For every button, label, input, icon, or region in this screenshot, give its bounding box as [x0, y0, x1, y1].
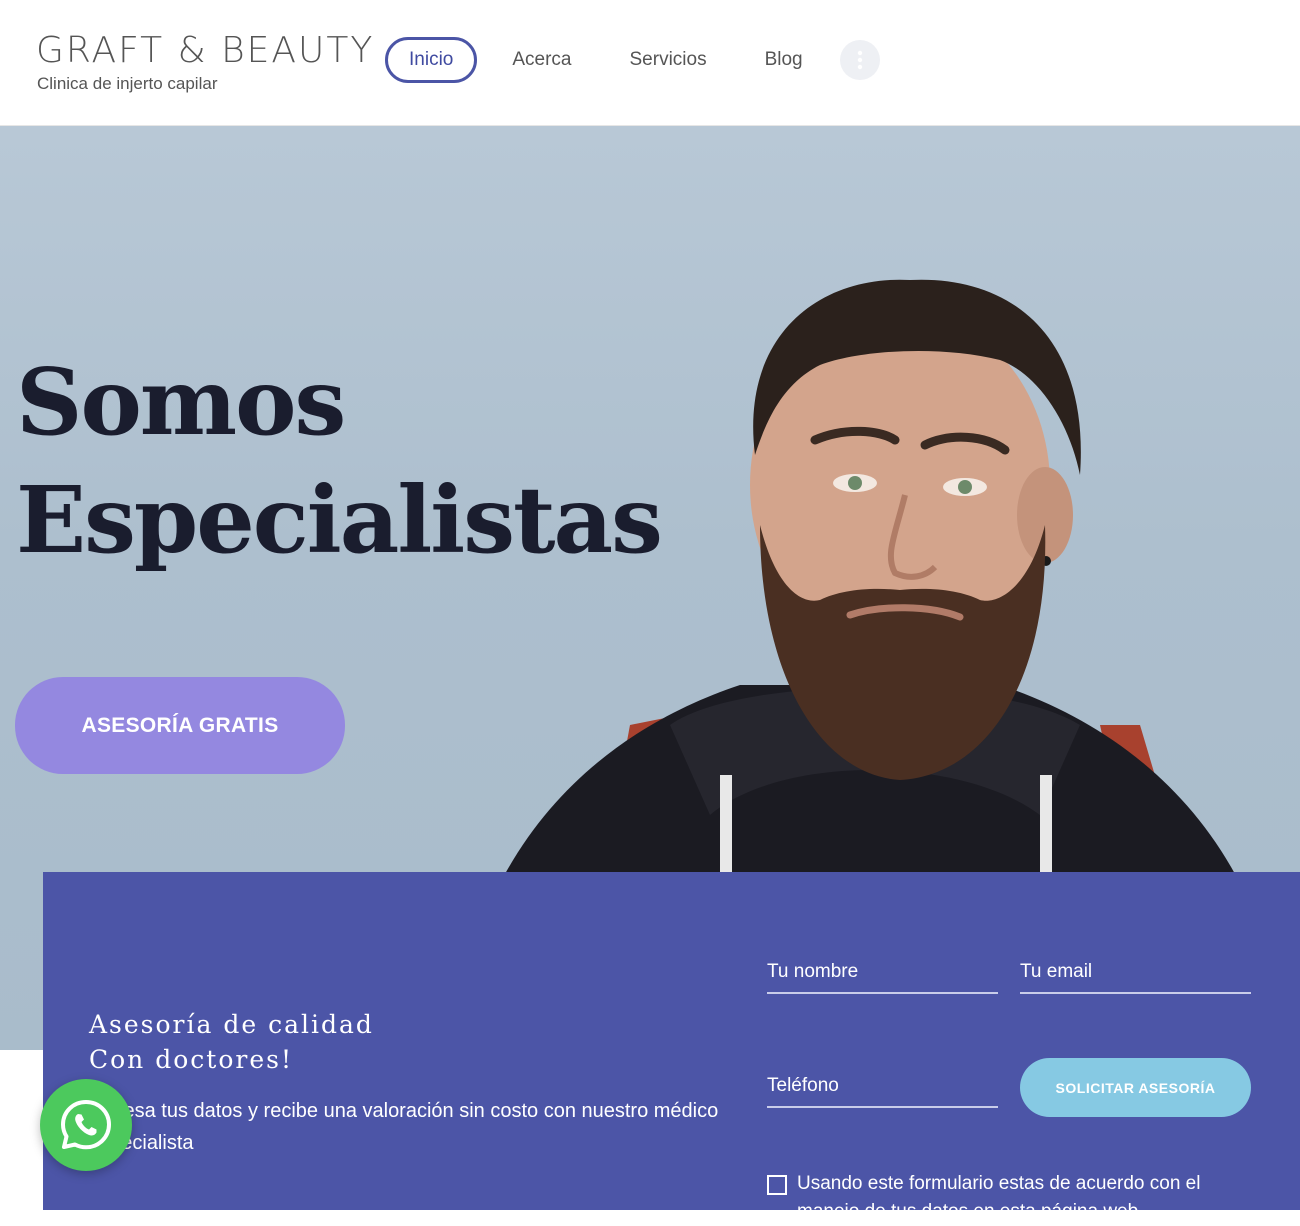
- panel-heading: Asesoría de calidad Con doctores!: [89, 1007, 374, 1077]
- brand-logo-title[interactable]: GRAFT & BEAUTY: [36, 30, 374, 71]
- whatsapp-button[interactable]: [40, 1079, 132, 1171]
- main-nav: Inicio Acerca Servicios Blog: [385, 37, 880, 83]
- consent-checkbox[interactable]: [767, 1175, 787, 1195]
- site-header: GRAFT & BEAUTY Clinica de injerto capila…: [0, 0, 1300, 126]
- panel-description: Ingresa tus datos y recibe una valoració…: [89, 1100, 719, 1154]
- more-vertical-icon[interactable]: [839, 40, 880, 80]
- panel-heading-line1: Asesoría de calidad: [89, 1010, 374, 1039]
- whatsapp-icon: [61, 1100, 111, 1150]
- brand-subtitle: Clinica de injerto capilar: [37, 74, 218, 93]
- consent-text: Usando este formulario estas de acuerdo …: [797, 1173, 1201, 1222]
- nav-item-blog[interactable]: Blog: [765, 37, 803, 83]
- hero-title-line1: Somos: [16, 348, 346, 456]
- phone-field[interactable]: Teléfono: [767, 1066, 998, 1108]
- consent-row: Usando este formulario estas de acuerdo …: [767, 1170, 1237, 1226]
- nav-item-acerca[interactable]: Acerca: [512, 37, 571, 83]
- free-consultation-button[interactable]: ASESORÍA GRATIS: [15, 677, 345, 774]
- nav-item-inicio[interactable]: Inicio: [385, 37, 478, 83]
- consultation-form-panel: Asesoría de calidad Con doctores! Ingres…: [43, 872, 1300, 1222]
- request-consultation-button[interactable]: SOLICITAR ASESORÍA: [1020, 1058, 1251, 1117]
- name-field[interactable]: Tu nombre: [767, 952, 998, 994]
- nav-item-servicios[interactable]: Servicios: [630, 37, 707, 83]
- panel-heading-line2: Con doctores!: [89, 1045, 294, 1074]
- email-field[interactable]: Tu email: [1020, 952, 1251, 994]
- hero-title-line2: Especialistas: [16, 466, 663, 574]
- hero-title: Somos Especialistas: [16, 343, 663, 579]
